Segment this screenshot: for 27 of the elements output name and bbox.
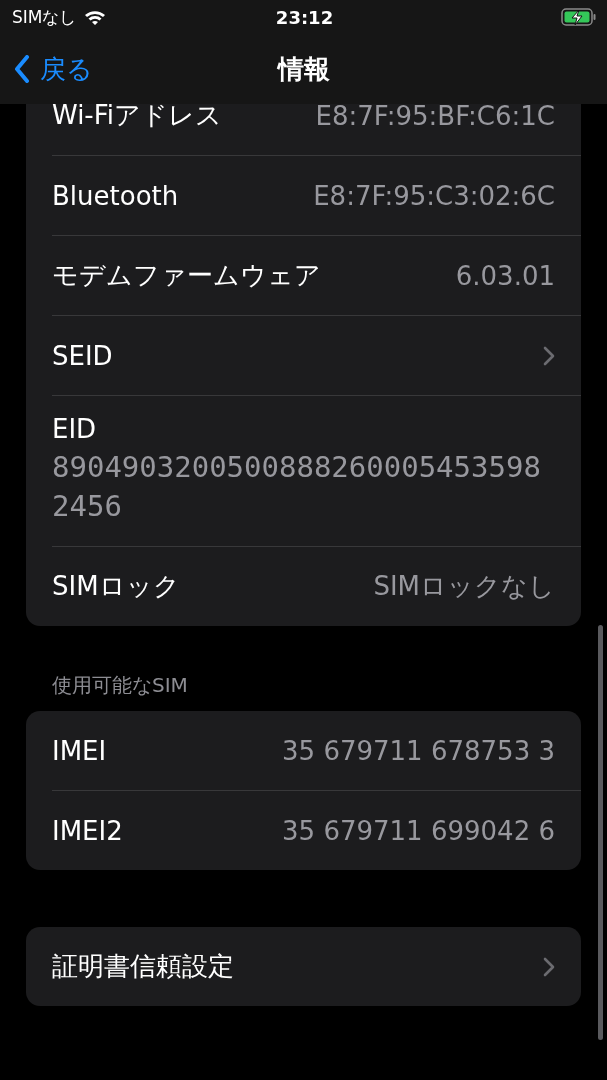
settings-row[interactable]: SEID [52, 315, 581, 395]
row-label: IMEI [52, 735, 108, 766]
row-value: E8:7F:95:C3:02:6C [313, 180, 555, 211]
chevron-icon [543, 345, 555, 366]
back-button[interactable]: 戻る [0, 51, 93, 87]
time: 23:12 [275, 6, 334, 28]
row-label: EID [52, 414, 98, 444]
row-label: 証明書信頼設定 [52, 950, 235, 983]
row-value: E8:7F:95:BF:C6:1C [315, 100, 555, 131]
row-label: IMEI2 [52, 815, 124, 846]
wifi-icon [84, 8, 107, 26]
row-label: SIMロック [52, 570, 181, 603]
chevron-icon [543, 956, 555, 977]
section-header: 使用可能なSIM [51, 672, 189, 699]
row-value: 6.03.01 [455, 260, 555, 291]
row-value: 89049032005008882600054535982456 [52, 449, 542, 525]
settings-row[interactable]: 証明書信頼設定 [52, 927, 581, 1006]
row-label: SEID [52, 340, 114, 371]
row-label: モデムファームウェア [52, 259, 322, 292]
page-title: 情報 [277, 52, 330, 86]
row-value: SIMロックなし [373, 570, 555, 603]
row-value: 35 679711 699042 6 [282, 815, 555, 846]
row-label: Bluetooth [52, 180, 180, 211]
back-chevron-icon [14, 55, 30, 83]
row-value: 35 679711 678753 3 [282, 735, 555, 766]
carrier-text: SIMなし [12, 5, 77, 29]
row-label: Wi-Fiアドレス [52, 99, 224, 132]
